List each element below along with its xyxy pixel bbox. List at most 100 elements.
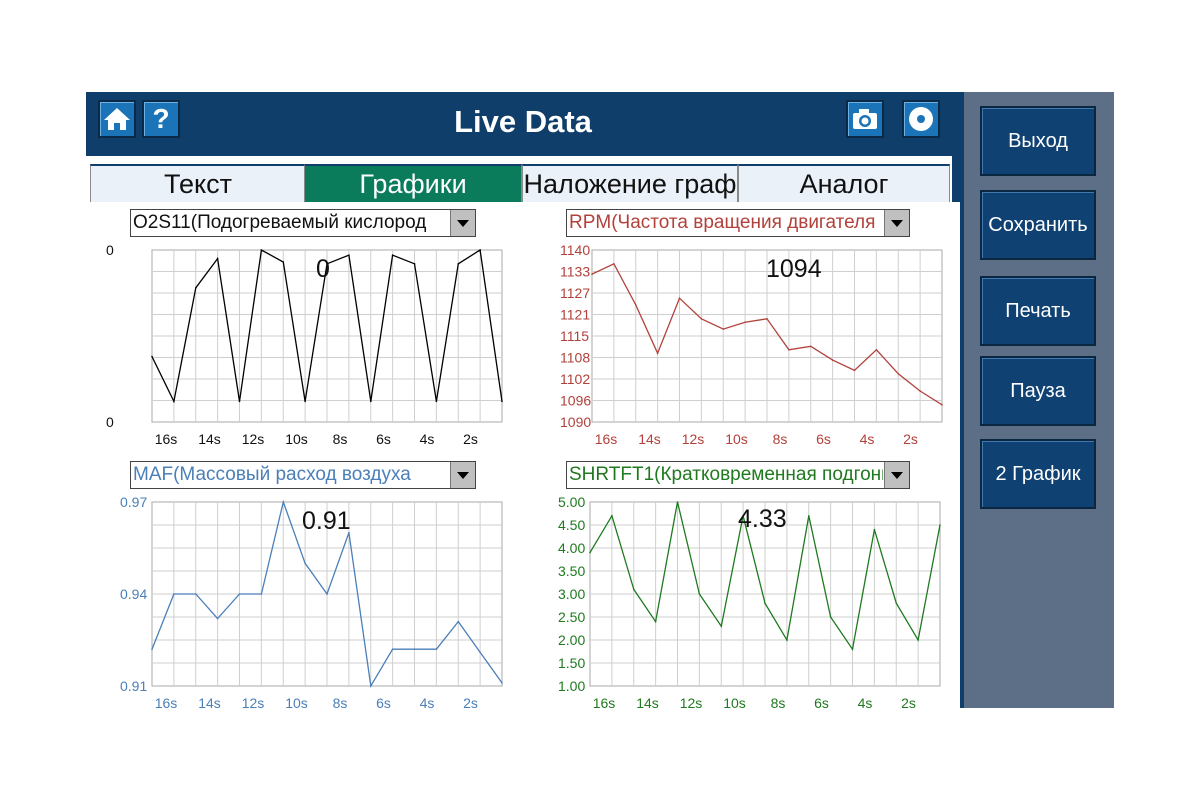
x-tick-label: 14s — [636, 695, 659, 708]
two-graphs-button[interactable]: 2 График — [980, 439, 1096, 509]
data-point — [173, 593, 175, 595]
y-tick-label: 1090 — [560, 414, 591, 430]
y-tick-label: 4.50 — [558, 517, 585, 533]
x-tick-label: 6s — [814, 695, 829, 708]
data-point — [744, 321, 746, 323]
data-point — [656, 352, 659, 355]
x-tick-label: 4s — [420, 695, 435, 708]
x-tick-label: 12s — [682, 431, 705, 447]
x-tick-label: 2s — [903, 431, 918, 447]
x-tick-label: 10s — [285, 431, 308, 447]
x-tick-label: 4s — [858, 695, 873, 708]
current-value: 1094 — [766, 255, 822, 283]
data-point — [676, 501, 679, 503]
data-point — [413, 648, 416, 650]
data-point — [413, 263, 416, 265]
data-point — [173, 400, 175, 403]
y-tick-label: 4.00 — [558, 540, 585, 556]
data-point — [370, 685, 372, 687]
exit-button[interactable]: Выход — [980, 106, 1096, 176]
data-point — [722, 328, 725, 330]
current-value: 0.91 — [302, 507, 351, 535]
data-point — [391, 254, 394, 256]
x-tick-label: 8s — [773, 431, 788, 447]
data-point — [282, 501, 285, 503]
data-point — [633, 588, 635, 591]
x-tick-label: 12s — [680, 695, 703, 708]
y-tick-label: 0.97 — [120, 494, 147, 510]
x-tick-label: 6s — [816, 431, 831, 447]
data-point — [216, 257, 219, 260]
data-point — [435, 648, 438, 650]
print-button[interactable]: Печать — [980, 276, 1096, 346]
x-tick-label: 16s — [155, 695, 178, 708]
data-point — [282, 261, 285, 263]
live-data-screen: ? Live Data Текст Графики Наложение граф… — [86, 92, 1114, 708]
data-point — [895, 602, 898, 604]
y-tick-label: 0.94 — [120, 586, 147, 602]
sidebar: Выход Сохранить Печать Пауза 2 График — [960, 92, 1114, 708]
chart-1: 0 0 0 16s 14s 12s 10s 8s 6s 4s 2s — [106, 242, 503, 447]
x-tick-label: 12s — [242, 431, 265, 447]
data-point — [195, 287, 197, 289]
data-point — [831, 359, 834, 361]
data-point — [501, 682, 503, 684]
data-point — [853, 369, 856, 372]
x-tick-label: 8s — [771, 695, 786, 708]
x-tick-label: 4s — [420, 431, 435, 447]
y-tick-label: 1127 — [560, 285, 590, 301]
y-tick-label: 2.00 — [558, 632, 585, 648]
data-point — [897, 373, 900, 375]
chart-2: 1094 1140 1133 1127 1121 1115 1108 1102 1096 1090… — [560, 242, 943, 447]
x-tick-label: 12s — [242, 695, 265, 708]
x-tick-label: 16s — [593, 695, 616, 708]
data-point — [304, 400, 306, 403]
x-tick-label: 2s — [901, 695, 916, 708]
save-button[interactable]: Сохранить — [980, 190, 1096, 260]
data-point — [195, 593, 197, 595]
current-value: 0 — [316, 255, 330, 283]
data-point — [457, 620, 460, 623]
y-tick-label: 1140 — [560, 242, 590, 258]
data-point — [589, 551, 591, 554]
x-tick-label: 6s — [376, 431, 391, 447]
data-point — [939, 524, 941, 526]
data-point — [917, 639, 919, 641]
pause-button[interactable]: Пауза — [980, 356, 1096, 426]
data-point — [875, 349, 878, 351]
data-point — [941, 404, 943, 406]
data-point — [654, 620, 657, 623]
y-tick-label: 1108 — [560, 350, 590, 366]
y-tick-label: 1115 — [560, 328, 589, 344]
chart-3: 0.91 0.97 0.94 0.91 16s 14s 12s 10s 8s 6s 4s 2s — [120, 494, 503, 708]
charts-area: 00016s 14s 12s 10s 8s 6s 4s 2s10941140113311271… — [106, 242, 943, 708]
x-tick-label: 16s — [155, 431, 178, 447]
x-tick-label: 14s — [198, 695, 221, 708]
x-tick-label: 2s — [463, 431, 478, 447]
y-tick-label: 3.00 — [558, 586, 585, 602]
data-point — [764, 602, 766, 604]
data-point — [635, 304, 637, 306]
data-point — [919, 390, 921, 392]
x-tick-label: 2s — [463, 695, 478, 708]
data-point — [238, 400, 241, 403]
data-point — [326, 593, 328, 595]
data-point — [151, 355, 153, 358]
y-tick-label: 1096 — [560, 393, 591, 409]
x-tick-label: 16s — [595, 431, 618, 447]
data-point — [829, 616, 832, 618]
data-point — [501, 400, 503, 403]
y-tick-label: 2.50 — [558, 609, 585, 625]
current-value: 4.33 — [738, 505, 787, 533]
y-tick-label: 0.91 — [120, 678, 147, 694]
data-point — [786, 639, 788, 641]
y-tick-label: 1133 — [560, 264, 590, 280]
data-point — [613, 263, 615, 265]
data-point — [873, 528, 876, 531]
data-point — [304, 562, 306, 565]
x-tick-label: 14s — [638, 431, 661, 447]
data-point — [720, 625, 723, 627]
data-point — [611, 515, 613, 517]
x-tick-label: 4s — [860, 431, 875, 447]
chart-4: 4.33 5.00 4.50 4.00 3.50 3.00 2.50 2.00 1.50 1.00… — [558, 494, 941, 708]
